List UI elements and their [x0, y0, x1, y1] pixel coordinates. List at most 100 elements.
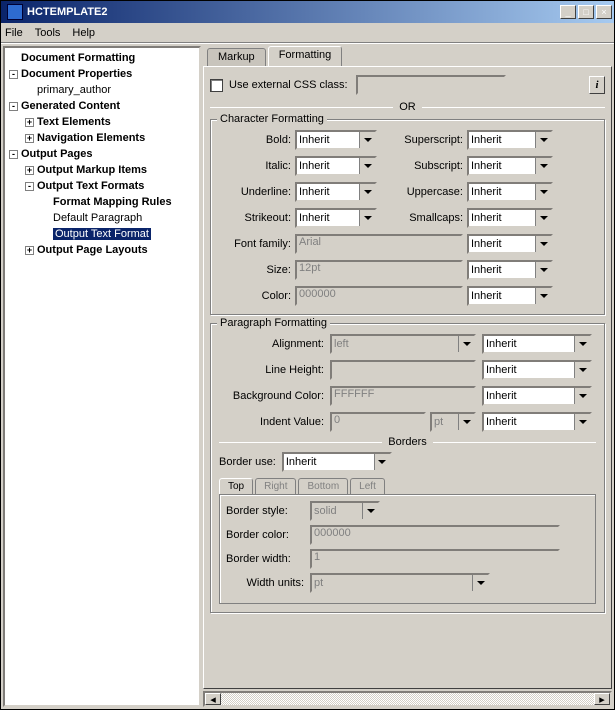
tree-item-label: Output Pages [21, 148, 93, 160]
menu-file[interactable]: File [5, 27, 23, 39]
tree-item-label: Output Text Format [53, 228, 151, 240]
uppercase-select[interactable]: Inherit [467, 182, 553, 202]
app-icon [7, 4, 23, 20]
chevron-down-icon [535, 236, 551, 252]
tree-item-label: Output Markup Items [37, 164, 147, 176]
border-tab-left[interactable]: Left [350, 478, 385, 494]
collapse-icon[interactable]: - [25, 182, 34, 191]
border-panel: Border style: solid Border color: 000000… [219, 494, 596, 604]
chevron-down-icon [574, 336, 590, 352]
border-tab-bottom[interactable]: Bottom [298, 478, 348, 494]
chevron-down-icon [362, 503, 378, 519]
info-button[interactable]: i [589, 76, 605, 94]
use-external-css-label: Use external CSS class: [229, 79, 348, 91]
tree-item[interactable]: -Generated Content [5, 98, 199, 114]
paragraph-formatting-group: Paragraph Formatting Alignment: left Inh… [210, 323, 605, 613]
or-label: OR [393, 101, 422, 113]
border-color-input: 000000 [310, 525, 560, 545]
external-css-input [356, 75, 506, 95]
tree-item[interactable]: Output Text Format [5, 226, 199, 242]
chevron-down-icon [359, 210, 375, 226]
strikeout-select[interactable]: Inherit [295, 208, 377, 228]
scroll-left-button[interactable]: ◂ [205, 693, 221, 705]
size-inherit-select[interactable]: Inherit [467, 260, 553, 280]
tree-item-label: Document Formatting [21, 52, 135, 64]
character-formatting-legend: Character Formatting [217, 113, 327, 125]
indent-value-input: 0 [330, 412, 426, 432]
tree-item[interactable]: Document Formatting [5, 50, 199, 66]
tree-item[interactable]: +Text Elements [5, 114, 199, 130]
expand-icon[interactable]: + [25, 118, 34, 127]
collapse-icon[interactable]: - [9, 150, 18, 159]
collapse-icon[interactable]: - [9, 102, 18, 111]
tree-item[interactable]: -Output Pages [5, 146, 199, 162]
alignment-inherit-select[interactable]: Inherit [482, 334, 592, 354]
chevron-down-icon [458, 336, 474, 352]
expand-icon[interactable]: + [25, 246, 34, 255]
border-tab-right[interactable]: Right [255, 478, 296, 494]
subscript-select[interactable]: Inherit [467, 156, 553, 176]
chevron-down-icon [535, 262, 551, 278]
line-height-inherit-select[interactable]: Inherit [482, 360, 592, 380]
chevron-down-icon [472, 575, 488, 591]
tree-item-label: Navigation Elements [37, 132, 145, 144]
expand-icon[interactable]: + [25, 134, 34, 143]
paragraph-formatting-legend: Paragraph Formatting [217, 317, 330, 329]
chevron-down-icon [359, 184, 375, 200]
background-color-inherit-select[interactable]: Inherit [482, 386, 592, 406]
window-title: HCTEMPLATE2 [27, 6, 560, 18]
tree-item-label: Text Elements [37, 116, 111, 128]
tree-item[interactable]: +Output Markup Items [5, 162, 199, 178]
line-height-input [330, 360, 476, 380]
menubar: File Tools Help [1, 23, 614, 43]
underline-select[interactable]: Inherit [295, 182, 377, 202]
bold-select[interactable]: Inherit [295, 130, 377, 150]
close-button[interactable]: × [596, 5, 612, 19]
border-width-input: 1 [310, 549, 560, 569]
chevron-down-icon [359, 132, 375, 148]
expand-icon[interactable]: + [25, 166, 34, 175]
chevron-down-icon [574, 362, 590, 378]
use-external-css-checkbox[interactable] [210, 79, 223, 92]
italic-select[interactable]: Inherit [295, 156, 377, 176]
maximize-button[interactable]: □ [578, 5, 594, 19]
size-input: 12pt [295, 260, 463, 280]
superscript-select[interactable]: Inherit [467, 130, 553, 150]
border-side-tabs: Top Right Bottom Left [219, 478, 596, 494]
color-inherit-select[interactable]: Inherit [467, 286, 553, 306]
tab-strip: Markup Formatting [207, 46, 612, 66]
collapse-icon[interactable]: - [9, 70, 18, 79]
border-use-select[interactable]: Inherit [282, 452, 392, 472]
menu-tools[interactable]: Tools [35, 27, 61, 39]
chevron-down-icon [535, 210, 551, 226]
tree-item-label: primary_author [37, 84, 111, 96]
tree-item[interactable]: -Document Properties [5, 66, 199, 82]
tree-item-label: Output Text Formats [37, 180, 144, 192]
chevron-down-icon [574, 388, 590, 404]
smallcaps-select[interactable]: Inherit [467, 208, 553, 228]
indent-inherit-select[interactable]: Inherit [482, 412, 592, 432]
tree-item[interactable]: primary_author [5, 82, 199, 98]
tree-item[interactable]: +Output Page Layouts [5, 242, 199, 258]
menu-help[interactable]: Help [72, 27, 95, 39]
scroll-right-button[interactable]: ▸ [594, 693, 610, 705]
horizontal-scrollbar[interactable]: ◂ ▸ [203, 691, 612, 707]
chevron-down-icon [535, 132, 551, 148]
tree-item[interactable]: Default Paragraph [5, 210, 199, 226]
font-family-inherit-select[interactable]: Inherit [467, 234, 553, 254]
tree-item-label: Document Properties [21, 68, 132, 80]
tab-formatting[interactable]: Formatting [268, 46, 343, 66]
navigation-tree[interactable]: Document Formatting-Document Propertiesp… [3, 46, 201, 707]
tree-item-label: Output Page Layouts [37, 244, 148, 256]
border-tab-top[interactable]: Top [219, 478, 253, 494]
width-units-select: pt [310, 573, 490, 593]
tab-markup[interactable]: Markup [207, 48, 266, 66]
character-formatting-group: Character Formatting Bold: Inherit Super… [210, 119, 605, 315]
chevron-down-icon [535, 288, 551, 304]
minimize-button[interactable]: _ [560, 5, 576, 19]
titlebar: HCTEMPLATE2 _ □ × [1, 1, 614, 23]
indent-unit-select: pt [430, 412, 476, 432]
tree-item[interactable]: Format Mapping Rules [5, 194, 199, 210]
tree-item[interactable]: +Navigation Elements [5, 130, 199, 146]
tree-item[interactable]: -Output Text Formats [5, 178, 199, 194]
